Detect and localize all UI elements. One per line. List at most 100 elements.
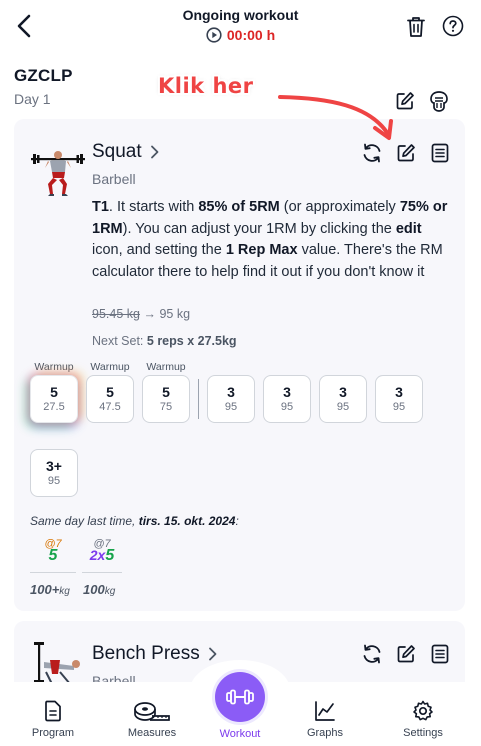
weight-change: 95.45 kg → 95 kg: [92, 307, 190, 321]
trash-icon: [407, 17, 425, 37]
tape-measure-icon: [134, 702, 170, 721]
desc-text: icon, and setting the: [92, 242, 226, 258]
history-weight: 100kg: [83, 582, 115, 597]
squat-exercise-image: [31, 151, 85, 196]
nav-program-label: Program: [31, 727, 75, 739]
top-bar: Ongoing workout 00:00 h: [0, 0, 481, 56]
nav-graphs[interactable]: Graphs: [285, 699, 365, 739]
warmup-divider: [198, 379, 199, 419]
history-reps-value: 5: [48, 547, 58, 564]
set-button[interactable]: 5 27.5: [30, 375, 78, 423]
last-time-date: tirs. 15. okt. 2024: [138, 514, 236, 528]
annotation-label: Klik her: [158, 74, 254, 98]
set-weight: 47.5: [99, 401, 121, 413]
nav-measures-label: Measures: [127, 727, 177, 739]
back-button[interactable]: [10, 12, 38, 40]
set-button[interactable]: 3 95: [207, 375, 255, 423]
next-set-label: Next Set:: [92, 334, 147, 348]
nav-graphs-label: Graphs: [306, 727, 344, 739]
warmup-label: Warmup: [146, 361, 186, 373]
play-circle-icon: [206, 27, 222, 43]
exercise-title-squat[interactable]: Squat: [92, 141, 160, 163]
notes-button[interactable]: [429, 643, 451, 665]
set-button[interactable]: 3+ 95: [30, 449, 78, 497]
set-weight: 27.5: [43, 401, 65, 413]
history-divider: [82, 572, 122, 573]
tier-label: T1: [92, 199, 109, 215]
set-button[interactable]: 3 95: [375, 375, 423, 423]
nav-program[interactable]: Program: [13, 699, 93, 739]
history-weight-unit: kg: [59, 586, 70, 597]
set-weight: 95: [392, 401, 406, 413]
set-button[interactable]: 3 95: [319, 375, 367, 423]
exercise-title-bench-press[interactable]: Bench Press: [92, 643, 218, 665]
desc-text: (or approximately: [279, 199, 400, 215]
history-reps-prefix: 2x: [89, 547, 106, 563]
history-weight-value: 100+: [30, 582, 60, 597]
help-button[interactable]: [442, 15, 464, 37]
last-time-prefix: Same day last time,: [30, 514, 139, 528]
desc-bold: 85% of 5RM: [198, 199, 280, 215]
exercise-name: Bench Press: [92, 643, 200, 664]
nav-measures[interactable]: Measures: [112, 699, 192, 739]
swap-exercise-button[interactable]: [361, 643, 383, 665]
new-weight: 95 kg: [159, 307, 191, 321]
timer-value: 00:00 h: [226, 27, 276, 43]
notes-icon: [431, 644, 449, 664]
chevron-right-icon: [150, 145, 159, 159]
exercise-description: T1. It starts with 85% of 5RM (or approx…: [92, 197, 454, 283]
nav-workout[interactable]: [215, 672, 265, 722]
next-set-value: 5 reps x 27.5kg: [146, 334, 237, 348]
history-set: @7 5: [38, 538, 68, 565]
set-reps: 3: [395, 384, 403, 400]
warmup-label: Warmup: [90, 361, 130, 373]
set-button[interactable]: 5 47.5: [86, 375, 134, 423]
dumbbell-icon: [226, 689, 254, 705]
next-set: Next Set: 5 reps x 27.5kg: [92, 334, 237, 348]
program-day: Day 1: [14, 91, 51, 107]
set-weight: 95: [336, 401, 350, 413]
set-weight: 95: [224, 401, 238, 413]
set-reps: 3: [227, 384, 235, 400]
last-time-suffix: :: [235, 514, 239, 528]
desc-text: ). You can adjust your 1RM by clicking t…: [122, 220, 396, 237]
workout-timer[interactable]: 00:00 h: [206, 27, 275, 43]
history-set: @7 2x5: [84, 538, 120, 565]
nav-settings[interactable]: Settings: [383, 699, 463, 739]
edit-exercise-button[interactable]: [395, 643, 417, 665]
nav-settings-label: Settings: [403, 727, 443, 739]
arrow-right-icon: →: [143, 307, 156, 321]
history-reps: 2x5: [84, 547, 120, 565]
history-reps-value: 5: [105, 547, 115, 564]
set-reps: 3: [339, 384, 347, 400]
chevron-left-icon: [17, 14, 31, 38]
exercise-equipment: Barbell: [92, 171, 136, 187]
set-button[interactable]: 3 95: [263, 375, 311, 423]
set-reps: 5: [50, 384, 58, 400]
set-weight: 75: [159, 401, 173, 413]
old-weight: 95.45 kg: [92, 307, 140, 321]
set-button[interactable]: 5 75: [142, 375, 190, 423]
desc-bold: 1 Rep Max: [225, 242, 298, 258]
muscles-button[interactable]: [427, 90, 451, 114]
desc-bold: edit: [395, 220, 422, 237]
history-divider: [30, 572, 76, 573]
chart-line-icon: [315, 701, 335, 721]
warmup-label: Warmup: [34, 361, 74, 373]
gear-icon: [413, 700, 433, 721]
history-weight-unit: kg: [104, 586, 116, 597]
desc-text: . It starts with: [108, 199, 199, 215]
refresh-icon: [363, 644, 381, 664]
muscle-body-icon: [430, 91, 448, 112]
program-name: GZCLP: [14, 66, 73, 85]
set-reps: 3: [283, 384, 291, 400]
document-icon: [45, 700, 61, 722]
chevron-right-icon: [208, 647, 217, 661]
history-weight: 100+kg: [30, 582, 70, 597]
notes-button[interactable]: [429, 142, 451, 164]
set-reps: 5: [106, 384, 114, 400]
set-reps: 3+: [46, 458, 62, 474]
annotation-arrow-icon: [278, 95, 393, 140]
set-weight: 95: [280, 401, 294, 413]
delete-workout-button[interactable]: [405, 15, 427, 39]
